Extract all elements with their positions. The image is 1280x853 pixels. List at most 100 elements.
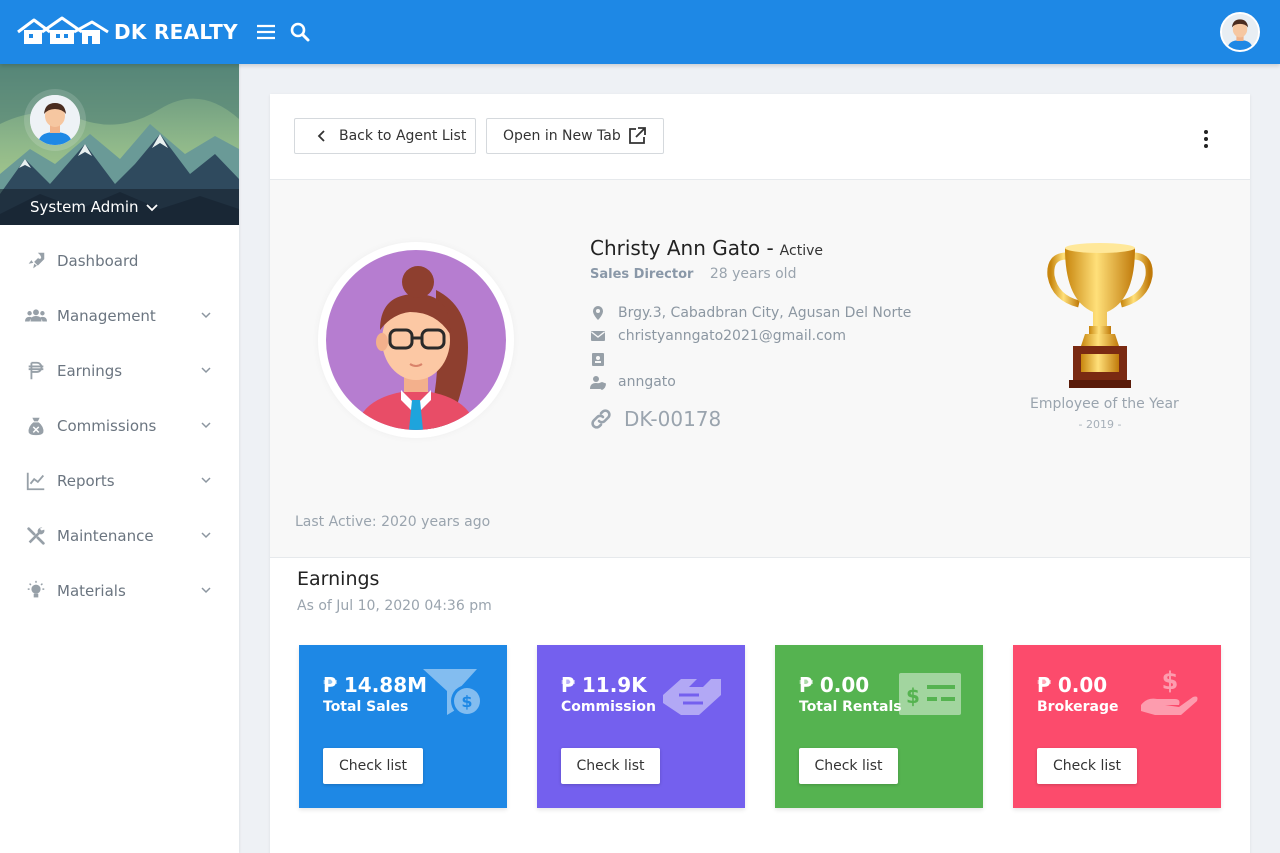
sidebar-item-label: Maintenance xyxy=(57,526,154,545)
menu-toggle-button[interactable] xyxy=(252,18,280,46)
sidebar-nav: Dashboard Management Earnings Commission… xyxy=(0,233,239,618)
id-row xyxy=(590,347,911,370)
money-bag-icon xyxy=(24,414,48,438)
sidebar-item-reports[interactable]: Reports xyxy=(0,453,239,508)
tools-icon xyxy=(24,524,48,548)
chevron-down-icon xyxy=(145,204,158,212)
agent-avatar xyxy=(318,242,514,438)
agent-avatar-image xyxy=(326,250,506,430)
lightbulb-icon xyxy=(24,579,48,603)
female-avatar-icon xyxy=(326,250,506,430)
kebab-dot xyxy=(1204,130,1208,134)
chevron-left-icon xyxy=(317,130,325,142)
male-avatar-icon xyxy=(1222,14,1258,50)
back-button-label: Back to Agent List xyxy=(339,128,467,144)
brokerage-card: ₱ 0.00 Brokerage $ Check list xyxy=(1013,645,1221,808)
total-rentals-amount: ₱ 0.00 xyxy=(799,673,870,697)
kebab-dot xyxy=(1204,137,1208,141)
sidebar-user-avatar[interactable] xyxy=(30,95,80,145)
svg-text:$: $ xyxy=(461,692,472,711)
profile-banner: System Admin xyxy=(0,64,239,225)
total-sales-check-list-button[interactable]: Check list xyxy=(323,748,423,784)
agent-code-row: DK-00178 xyxy=(590,407,911,431)
svg-text:$: $ xyxy=(906,684,920,708)
chevron-down-icon xyxy=(201,422,211,429)
sidebar-item-commissions[interactable]: Commissions xyxy=(0,398,239,453)
handshake-icon xyxy=(663,679,721,715)
agent-status: Active xyxy=(779,243,823,259)
brokerage-label: Brokerage xyxy=(1037,699,1119,715)
sidebar: System Admin Dashboard Management Earnin… xyxy=(0,64,239,853)
commission-check-list-button[interactable]: Check list xyxy=(561,748,660,784)
commission-card: ₱ 11.9K Commission Check list xyxy=(537,645,745,808)
agent-info: Christy Ann Gato - Active Sales Director… xyxy=(590,236,911,431)
chevron-down-icon xyxy=(201,532,211,539)
sidebar-item-maintenance[interactable]: Maintenance xyxy=(0,508,239,563)
agent-email: christyanngato2021@gmail.com xyxy=(618,327,846,344)
brokerage-check-list-button[interactable]: Check list xyxy=(1037,748,1137,784)
total-rentals-check-list-button[interactable]: Check list xyxy=(799,748,898,784)
map-marker-icon xyxy=(593,305,603,320)
earnings-subtitle: As of Jul 10, 2020 04:36 pm xyxy=(297,598,492,614)
total-sales-card: ₱ 14.88M Total Sales $ Check list xyxy=(299,645,507,808)
total-sales-amount: ₱ 14.88M xyxy=(323,673,428,697)
chevron-down-icon xyxy=(201,587,211,594)
kebab-dot xyxy=(1204,144,1208,148)
award-year: - 2019 - xyxy=(1078,418,1122,431)
chart-line-icon xyxy=(24,469,48,493)
users-icon xyxy=(24,304,48,328)
chevron-down-icon xyxy=(201,312,211,319)
back-to-agent-list-button[interactable]: Back to Agent List xyxy=(294,118,476,154)
more-options-button[interactable] xyxy=(1196,128,1216,150)
sidebar-item-label: Management xyxy=(57,306,156,325)
id-badge-icon xyxy=(592,352,604,366)
sidebar-item-label: Earnings xyxy=(57,361,123,380)
total-sales-label: Total Sales xyxy=(323,699,409,715)
hamburger-menu-icon xyxy=(257,24,275,40)
user-avatar[interactable] xyxy=(1220,12,1260,52)
open-in-new-tab-button[interactable]: Open in New Tab xyxy=(486,118,664,154)
search-button[interactable] xyxy=(286,18,314,46)
link-icon xyxy=(591,409,611,429)
agent-name: Christy Ann Gato - xyxy=(590,236,774,260)
commission-label: Commission xyxy=(561,699,656,715)
brand-name: DK REALTY xyxy=(114,20,238,44)
sidebar-item-label: Dashboard xyxy=(57,251,139,270)
open-button-label: Open in New Tab xyxy=(503,128,621,144)
brand-logo[interactable]: DK REALTY xyxy=(16,16,246,48)
funnel-dollar-icon: $ xyxy=(423,669,483,717)
total-rentals-label: Total Rentals xyxy=(799,699,902,715)
sidebar-item-materials[interactable]: Materials xyxy=(0,563,239,618)
username-row: anngato xyxy=(590,370,911,393)
top-bar: DK REALTY xyxy=(0,0,1280,64)
money-check-icon: $ xyxy=(899,673,961,715)
search-icon xyxy=(290,22,310,42)
agent-age: 28 years old xyxy=(709,266,797,282)
brokerage-amount: ₱ 0.00 xyxy=(1037,673,1108,697)
earnings-title: Earnings xyxy=(297,568,380,590)
agent-role: Sales Director xyxy=(590,267,694,282)
commission-amount: ₱ 11.9K xyxy=(561,673,647,697)
sidebar-item-label: Materials xyxy=(57,581,126,600)
hand-holding-dollar-icon: $ xyxy=(1141,667,1198,715)
agent-profile-card: Back to Agent List Open in New Tab Chris… xyxy=(270,94,1250,853)
trophy-icon xyxy=(1047,243,1153,388)
email-row: christyanngato2021@gmail.com xyxy=(590,324,911,347)
sidebar-user-name: System Admin xyxy=(30,198,139,216)
envelope-icon xyxy=(591,330,605,341)
sidebar-item-management[interactable]: Management xyxy=(0,288,239,343)
svg-text:$: $ xyxy=(1162,667,1179,695)
user-menu-toggle[interactable]: System Admin xyxy=(0,189,239,225)
sidebar-item-dashboard[interactable]: Dashboard xyxy=(0,233,239,288)
agent-address: Brgy.3, Cabadbran City, Agusan Del Norte xyxy=(618,304,912,321)
award-block: Employee of the Year - 2019 - xyxy=(1030,242,1179,431)
sidebar-item-label: Commissions xyxy=(57,416,157,435)
last-active-text: Last Active: 2020 years ago xyxy=(295,514,491,530)
card-toolbar: Back to Agent List Open in New Tab xyxy=(270,94,1250,180)
houses-logo-icon xyxy=(17,16,109,44)
chevron-down-icon xyxy=(201,367,211,374)
sidebar-item-earnings[interactable]: Earnings xyxy=(0,343,239,398)
address-row: Brgy.3, Cabadbran City, Agusan Del Norte xyxy=(590,301,911,324)
external-link-icon xyxy=(628,127,646,144)
award-title: Employee of the Year xyxy=(1030,396,1179,412)
